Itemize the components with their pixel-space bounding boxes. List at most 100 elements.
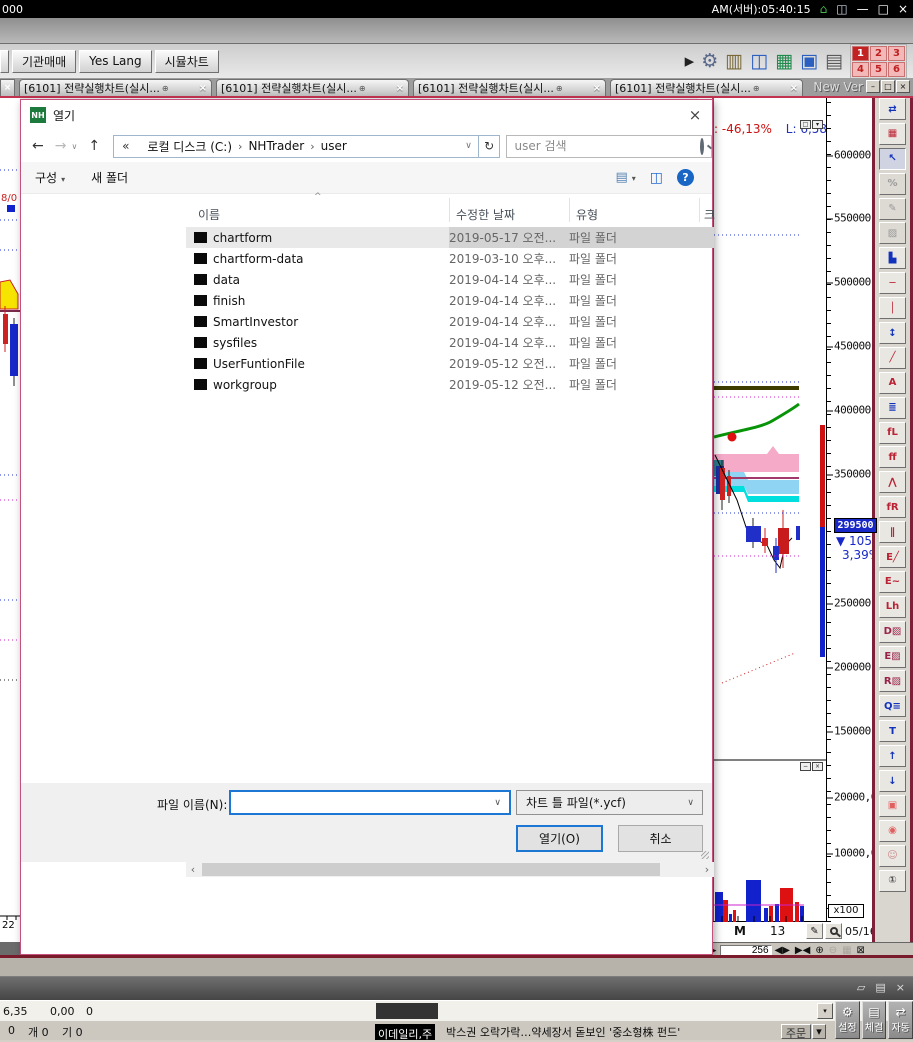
lower-window-icon[interactable]: ×: [896, 981, 905, 994]
page-cell[interactable]: 6: [888, 62, 905, 77]
address-dropdown-icon[interactable]: ∨: [459, 141, 478, 151]
scrollbar-thumb[interactable]: [202, 863, 660, 876]
chart-tab[interactable]: [6101] 전략실행차트(실시...⊕×: [19, 79, 212, 96]
drawing-tool-icon[interactable]: E▨: [879, 646, 906, 668]
toolbar-icon[interactable]: ◫: [750, 51, 768, 71]
page-cell[interactable]: 4: [852, 62, 869, 77]
drawing-tool-icon[interactable]: ☺: [879, 845, 906, 867]
titlebar-icon[interactable]: ◫: [836, 3, 847, 15]
drawing-tool-icon[interactable]: ╱: [879, 347, 906, 369]
filetype-select[interactable]: 차트 틀 파일(*.ycf) ∨: [516, 790, 703, 815]
toolbar-button[interactable]: 시뮬차트: [155, 50, 219, 73]
toolbar-icon[interactable]: ▥: [725, 51, 743, 71]
toolbar-button[interactable]: Yes Lang: [79, 50, 151, 73]
page-cell[interactable]: 1: [852, 46, 869, 61]
drawing-tool-icon[interactable]: ▙: [879, 247, 906, 269]
up-arrow-icon[interactable]: ↑: [88, 138, 100, 154]
drawing-tool-icon[interactable]: D▨: [879, 621, 906, 643]
drawing-tool-icon[interactable]: ↕: [879, 322, 906, 344]
window-restore-button[interactable]: □: [881, 80, 895, 93]
tab-stub[interactable]: ×: [0, 79, 15, 96]
chart-tab[interactable]: [6101] 전략실행차트(실시...⊕×: [216, 79, 409, 96]
forward-arrow-icon[interactable]: →: [55, 138, 67, 154]
drawing-tool-icon[interactable]: ⋀: [879, 471, 906, 493]
order-button[interactable]: 주문: [781, 1024, 811, 1039]
status-action-button[interactable]: ▤ 체결: [862, 1001, 887, 1039]
open-button[interactable]: 열기(O): [516, 825, 603, 852]
chart-tab[interactable]: [6101] 전략실행차트(실시...⊕×: [610, 79, 803, 96]
news-ticker[interactable]: 박스권 오락가락…약세장서 돋보인 '중소형株 펀드': [446, 1024, 680, 1040]
toolbar-icon[interactable]: ▣: [800, 51, 818, 71]
column-header-type[interactable]: 유형: [576, 206, 598, 223]
navigation-pane[interactable]: [21, 194, 186, 862]
titlebar-icon[interactable]: ⌂: [820, 3, 828, 15]
drawing-tool-icon[interactable]: ↓: [879, 770, 906, 792]
drawing-tool-icon[interactable]: Lh: [879, 596, 906, 618]
status-dropdown-button[interactable]: ▾: [817, 1003, 833, 1019]
file-row[interactable]: UserFuntionFile 2019-05-12 오전... 파일 폴더: [186, 353, 714, 374]
drawing-tool-icon[interactable]: ↑: [879, 745, 906, 767]
file-row[interactable]: SmartInvestor 2019-04-14 오후... 파일 폴더: [186, 311, 714, 332]
new-folder-button[interactable]: 새 폴더: [91, 169, 128, 186]
drawing-tool-icon[interactable]: fR: [879, 496, 906, 518]
tab-close-icon[interactable]: ×: [199, 83, 207, 94]
lower-window-icon[interactable]: ▱: [857, 981, 865, 994]
scroll-left-icon[interactable]: ‹: [186, 863, 200, 876]
chart-nav-icon[interactable]: ▦: [842, 946, 851, 956]
file-row[interactable]: sysfiles 2019-04-14 오후... 파일 폴더: [186, 332, 714, 353]
breadcrumb-item[interactable]: 로컬 디스크 (C:): [147, 138, 232, 155]
toolbar-icon[interactable]: ⚙: [701, 51, 718, 71]
filename-input[interactable]: [231, 796, 486, 810]
tab-close-icon[interactable]: ×: [790, 83, 798, 94]
drawing-tool-icon[interactable]: ⇄: [879, 98, 906, 120]
breadcrumb-item[interactable]: NHTrader: [248, 139, 304, 153]
status-action-button[interactable]: ⇄ 자동: [888, 1001, 913, 1039]
drawing-tool-icon[interactable]: ▦: [879, 123, 906, 145]
refresh-icon[interactable]: ↻: [479, 135, 501, 158]
drawing-tool-icon[interactable]: ↖: [879, 148, 906, 170]
drawing-tool-icon[interactable]: ◉: [879, 820, 906, 842]
column-header-date[interactable]: 수정한 날짜: [456, 206, 515, 223]
chart-nav-icon[interactable]: ⊠: [857, 946, 865, 956]
drawing-tool-icon[interactable]: R▨: [879, 670, 906, 692]
order-dropdown-icon[interactable]: ▾: [812, 1024, 826, 1039]
drawing-tool-icon[interactable]: ✎: [879, 198, 906, 220]
chart-nav-icon[interactable]: ⊕: [815, 946, 823, 956]
toolbar-icon[interactable]: ▸: [685, 51, 695, 71]
annotate-button[interactable]: ✎: [806, 923, 823, 939]
page-cell[interactable]: 5: [870, 62, 887, 77]
drawing-tool-icon[interactable]: E~: [879, 571, 906, 593]
back-arrow-icon[interactable]: ←: [32, 138, 44, 154]
chart-tab[interactable]: [6101] 전략실행차트(실시...⊕×: [413, 79, 606, 96]
drawing-tool-icon[interactable]: ∥: [879, 521, 906, 543]
drawing-tool-icon[interactable]: %: [879, 173, 906, 195]
status-action-button[interactable]: ⚙ 설정: [835, 1001, 860, 1039]
search-input[interactable]: [507, 139, 693, 153]
scroll-right-icon[interactable]: ›: [700, 863, 714, 876]
resize-grip[interactable]: [701, 851, 709, 859]
view-mode-button[interactable]: ▤▾: [615, 170, 635, 185]
lower-window-icon[interactable]: ▤: [875, 981, 885, 994]
search-icon[interactable]: [700, 140, 704, 153]
drawing-tool-icon[interactable]: ▨: [879, 222, 906, 244]
page-cell[interactable]: 3: [888, 46, 905, 61]
drawing-tool-icon[interactable]: T: [879, 720, 906, 742]
titlebar-icon[interactable]: □: [878, 3, 889, 15]
drawing-tool-icon[interactable]: ff: [879, 446, 906, 468]
drawing-tool-icon[interactable]: E╱: [879, 546, 906, 568]
drawing-tool-icon[interactable]: │: [879, 297, 906, 319]
pane-dropdown-icon[interactable]: ▾: [812, 120, 823, 129]
column-header-size[interactable]: 크: [704, 206, 715, 223]
pane-box-icon[interactable]: □: [800, 120, 811, 129]
drawing-tool-icon[interactable]: A: [879, 372, 906, 394]
toolbar-icon[interactable]: ▤: [825, 51, 843, 71]
toolbar-button[interactable]: 기관매매: [12, 50, 76, 73]
horizontal-scrollbar[interactable]: ‹ ›: [186, 862, 714, 877]
toolbar-stub-button[interactable]: [0, 50, 9, 73]
tab-close-icon[interactable]: ×: [593, 83, 601, 94]
file-row[interactable]: chartform-data 2019-03-10 오후... 파일 폴더: [186, 248, 714, 269]
chart-nav-icon[interactable]: ▶◀: [795, 946, 810, 956]
drawing-tool-icon[interactable]: ①: [879, 870, 906, 892]
tab-close-icon[interactable]: ×: [396, 83, 404, 94]
breadcrumb[interactable]: « 로컬 디스크 (C:)›NHTrader›user ∨: [113, 135, 479, 158]
